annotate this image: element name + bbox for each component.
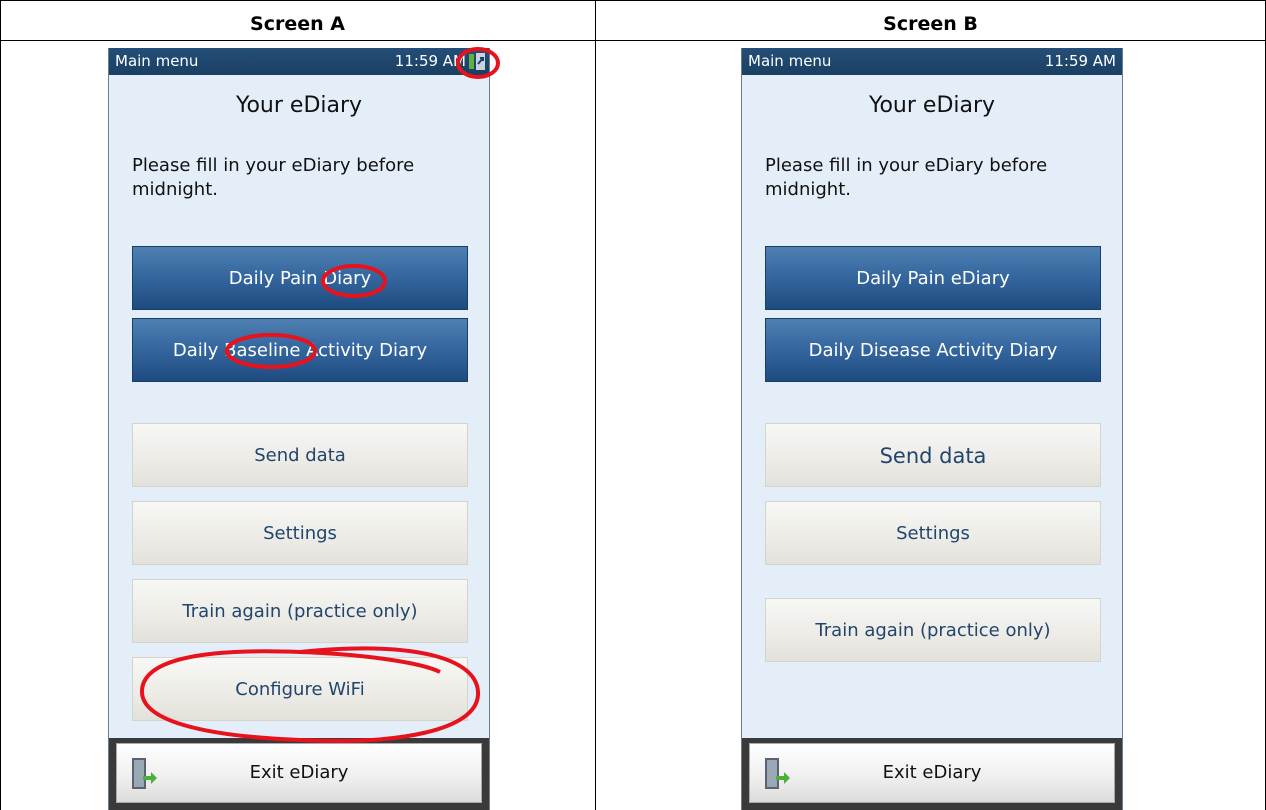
sync-status-icon[interactable] xyxy=(468,52,486,71)
bottom-bar: Exit eDiary xyxy=(109,738,489,810)
daily-activity-diary-button[interactable]: Daily Disease Activity Diary xyxy=(765,318,1101,382)
bottom-bar: Exit eDiary xyxy=(742,738,1122,810)
screen-a-device: Main menu 11:59 AM Your eDiary Please fi… xyxy=(108,48,490,810)
screen-a-header: Screen A xyxy=(250,13,345,35)
page-title: Your eDiary xyxy=(868,93,996,118)
settings-button[interactable]: Settings xyxy=(765,501,1101,565)
send-data-button[interactable]: Send data xyxy=(132,423,468,487)
settings-button[interactable]: Settings xyxy=(132,501,468,565)
status-label: Main menu xyxy=(115,52,199,70)
table-divider xyxy=(595,0,596,810)
train-again-button[interactable]: Train again (practice only) xyxy=(765,598,1101,662)
daily-pain-diary-button[interactable]: Daily Pain eDiary xyxy=(765,246,1101,310)
status-time: 11:59 AM xyxy=(1044,52,1116,70)
status-label: Main menu xyxy=(748,52,832,70)
exit-ediary-button[interactable]: Exit eDiary xyxy=(116,743,482,803)
reminder-message: Please fill in your eDiary before midnig… xyxy=(765,155,1048,200)
status-time: 11:59 AM xyxy=(394,52,466,70)
reminder-message: Please fill in your eDiary before midnig… xyxy=(132,155,415,200)
daily-pain-diary-button[interactable]: Daily Pain Diary xyxy=(132,246,468,310)
exit-label: Exit eDiary xyxy=(882,762,982,783)
daily-activity-diary-button[interactable]: Daily Baseline Activity Diary xyxy=(132,318,468,382)
screen-b-device: Main menu 11:59 AM Your eDiary Please fi… xyxy=(741,48,1123,810)
exit-ediary-button[interactable]: Exit eDiary xyxy=(749,743,1115,803)
table-border-left xyxy=(0,0,1,810)
status-bar: Main menu 11:59 AM xyxy=(742,48,1122,75)
send-data-button[interactable]: Send data xyxy=(765,423,1101,487)
train-again-button[interactable]: Train again (practice only) xyxy=(132,579,468,643)
screen-b-header: Screen B xyxy=(883,13,978,35)
exit-label: Exit eDiary xyxy=(249,762,349,783)
page-title: Your eDiary xyxy=(235,93,363,118)
table-header-divider xyxy=(0,40,1266,41)
configure-wifi-button[interactable]: Configure WiFi xyxy=(132,657,468,721)
status-bar: Main menu 11:59 AM xyxy=(109,48,489,75)
